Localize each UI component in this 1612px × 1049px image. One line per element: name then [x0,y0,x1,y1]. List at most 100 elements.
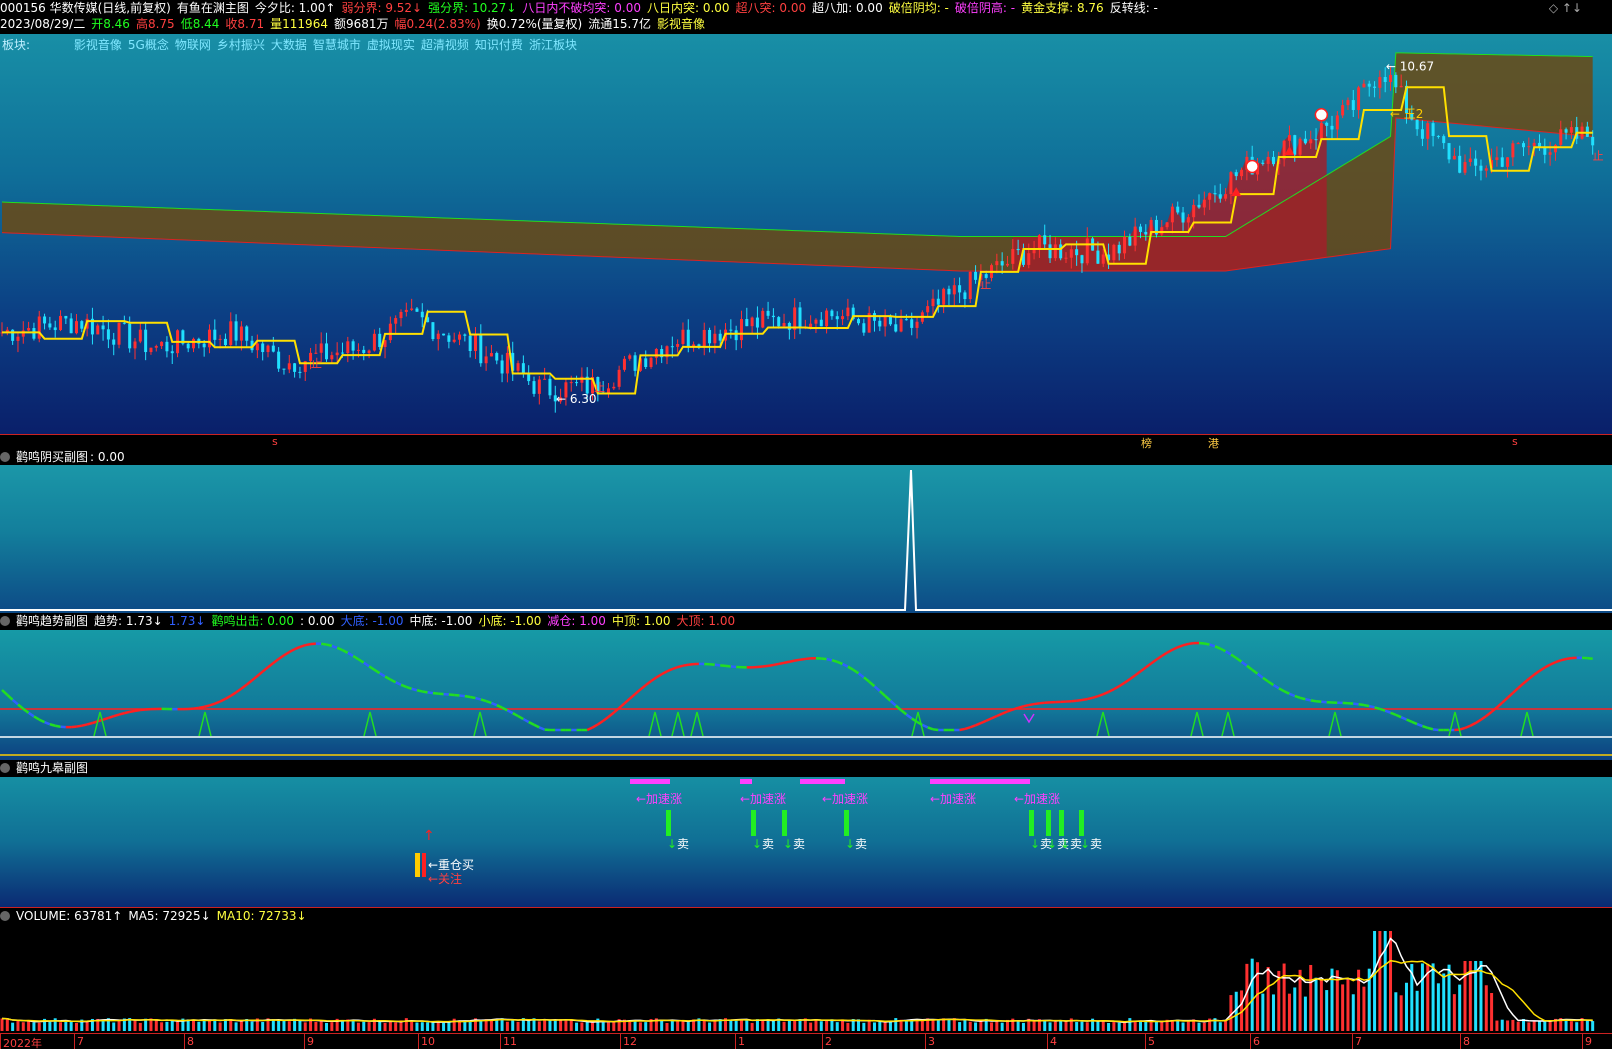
candle-body [218,338,222,340]
trend-line-segment [230,691,237,697]
trend-line-segment [1007,708,1014,713]
candle-body [1208,193,1212,200]
candle-body [761,310,765,328]
candle-body [229,321,233,346]
candle-body [1271,156,1275,165]
trend-line-segment [980,719,987,725]
trend-line-segment [889,699,897,707]
candle-body [410,308,414,310]
collapse-icon[interactable] [0,452,10,462]
candle-body [1000,261,1004,266]
volume-bar [468,1021,472,1031]
volume-bar [963,1019,967,1031]
volume-bar [1527,1022,1531,1031]
candle-body [96,325,100,335]
trend-line-segment [1240,660,1248,667]
volume-bar [628,1020,632,1031]
candle-body [404,309,408,312]
trend-line-segment [1517,682,1525,690]
candle-body [1181,212,1185,223]
trend-line-segment [1384,709,1391,714]
collapse-icon[interactable] [0,911,10,921]
volume-bar [404,1018,408,1031]
header-field: 八日内突: 0.00 [646,1,730,15]
time-axis-tick [925,1034,926,1049]
window-controls[interactable]: ◇ ↑↓ [1549,1,1582,15]
volume-bar [1543,1020,1547,1031]
candle-body [857,319,861,324]
trend-line-segment [1230,653,1237,660]
volume-bar [878,1021,882,1031]
quote-field: 开8.46 [91,17,130,31]
trend-line-segment [203,704,210,709]
bottom-signal-icon [1190,711,1204,737]
collapse-icon[interactable] [0,616,10,626]
candle-body [154,346,158,348]
candle-body [1394,74,1398,88]
volume-bar [74,1022,78,1031]
trend-line-segment [847,665,854,671]
trend-line-segment [118,711,125,716]
candle-body [112,339,116,345]
accel-up-label: ←加速涨 [636,791,682,806]
main-chart-pane[interactable]: 板块: 影视音像 5G概念 物联网 乡村振兴 大数据 智慧城市 虚拟现实 超清视频 知识付费 浙江… [0,34,1612,434]
candle-body [1144,231,1148,235]
candle-body [1075,249,1079,256]
volume-bar [261,1022,265,1031]
volume-bar [234,1022,238,1031]
trend-line-segment [368,665,376,671]
trend-line-segment [1182,642,1189,647]
trend-line-segment [129,709,136,714]
candle-body [1495,157,1499,160]
trend-line-segment [1299,696,1306,701]
volume-bar [489,1019,493,1031]
price-chart[interactable]: ← 10.67← 6.30← 王2止止止止 [0,34,1612,434]
trend-line-segment [1538,666,1546,672]
trend-line-segment [1081,697,1088,702]
trend-line-segment [517,714,524,721]
trend-line-segment [44,721,51,726]
trend-line-segment [863,676,870,683]
trend-line-segment [661,670,668,676]
candle-body [1591,136,1595,146]
candle-body [1160,227,1164,235]
candle-body [644,358,648,368]
volume-bar [931,1020,935,1031]
trend-line-segment [927,726,934,731]
volume-bar [271,1019,275,1031]
trend-pane[interactable] [0,630,1612,760]
candle-body [1569,127,1573,133]
candle-body [617,369,621,387]
volume-bar [1351,994,1355,1031]
candle-body [372,333,376,351]
candle-body [708,329,712,344]
volume-field: VOLUME: 63781↑ [16,909,123,923]
trend-line-segment [251,675,259,682]
candle-body [1138,226,1142,232]
jiugao-pane[interactable]: ←加速涨 ←加速涨 ←加速涨 ←加速涨 ←加速涨 ↓ 卖 ↓ 卖 ↓ 卖 ↓ 卖 ↓ 卖 ↓ 卖 ↓ 卖 ↓ 卖 ↑ ←重仓… [0,777,1612,907]
time-axis-label: 2022年 [3,1037,42,1049]
volume-bar [133,1020,137,1031]
candle-body [133,341,137,349]
yinmai-pane[interactable] [0,465,1612,613]
candle-body [144,329,148,353]
volume-pane[interactable] [0,925,1612,1033]
time-axis-tick [620,1034,621,1049]
collapse-icon[interactable] [0,763,10,773]
sell-bar [1029,810,1034,836]
candle-body [793,307,797,330]
volume-bar [223,1019,227,1031]
volume-bar [1059,1020,1063,1031]
quote-field: 收8.71 [225,17,265,31]
candle-body [1197,204,1201,208]
candle-body [628,355,632,359]
bottom-signal-icon [648,711,662,737]
trend-line-segment [1097,693,1104,698]
candle-body [1458,155,1462,173]
trend-line-segment [975,721,982,727]
stop-label: 止 [311,357,322,370]
trend-line-segment [884,694,892,702]
candle-body [952,285,956,295]
candle-body [750,317,754,327]
trend-line-segment [1204,642,1210,646]
